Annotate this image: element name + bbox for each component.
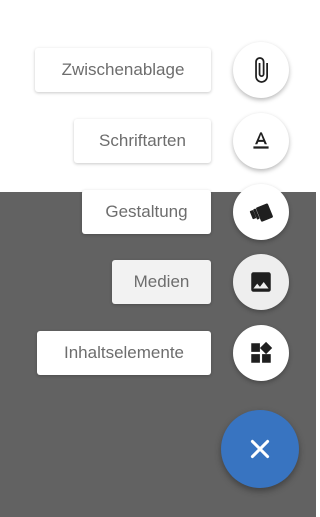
label-zwischenablage[interactable]: Zwischenablage	[35, 48, 211, 92]
paperclip-icon	[255, 57, 268, 83]
image-icon	[251, 272, 271, 292]
style-cards-icon	[249, 203, 273, 222]
label-medien[interactable]: Medien	[112, 260, 211, 304]
label-inhaltselemente[interactable]: Inhaltselemente	[37, 331, 211, 375]
widgets-icon	[251, 341, 273, 363]
fonts-button[interactable]	[233, 113, 289, 169]
close-icon	[250, 439, 270, 459]
label-gestaltung[interactable]: Gestaltung	[82, 190, 211, 234]
text-format-icon	[253, 132, 269, 149]
content-elements-button[interactable]	[233, 325, 289, 381]
label-schriftarten[interactable]: Schriftarten	[74, 119, 211, 163]
media-button[interactable]	[233, 254, 289, 310]
clipboard-button[interactable]	[233, 42, 289, 98]
close-speed-dial-button[interactable]	[221, 410, 299, 488]
design-button[interactable]	[233, 184, 289, 240]
